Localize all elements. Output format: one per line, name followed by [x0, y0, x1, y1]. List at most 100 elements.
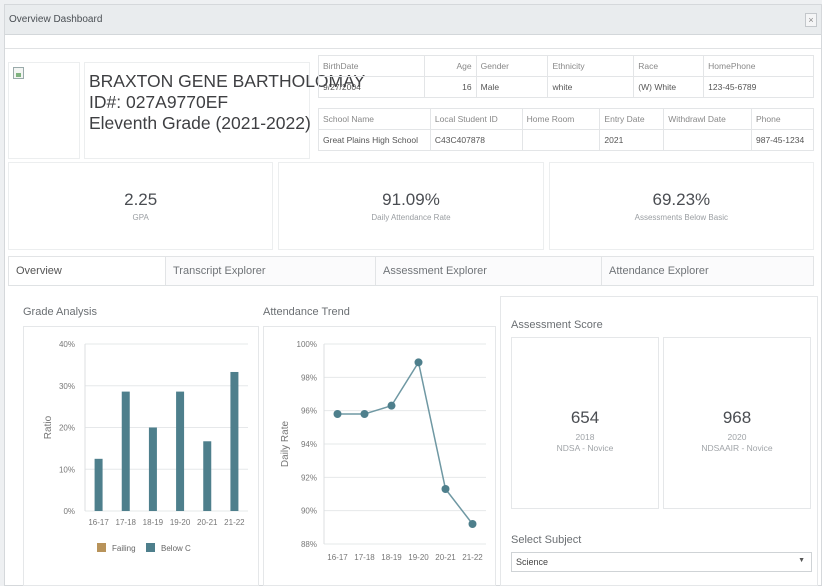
header-home-room: Home Room	[521, 108, 601, 130]
attendance-point	[441, 485, 450, 493]
kpi-attendance: 91.09% Daily Attendance Rate	[278, 162, 544, 250]
select-subject-label: Select Subject	[511, 534, 582, 546]
header-gender: Gender	[475, 55, 549, 77]
legend-label-below-c: Below C	[161, 544, 191, 553]
y-tick-label: 92%	[301, 473, 317, 482]
window-title: Overview Dashboard	[9, 14, 103, 25]
tab-assessment-explorer[interactable]: Assessment Explorer	[376, 256, 602, 285]
kpi-gpa: 2.25 GPA	[8, 162, 274, 250]
school-name-value: Great Plains High School	[318, 129, 431, 151]
header-birthdate: BirthDate	[318, 55, 425, 77]
student-id: ID#: 027A9770EF	[89, 92, 229, 112]
kpi-value: 2.25	[124, 190, 158, 209]
tab-attendance-explorer[interactable]: Attendance Explorer	[602, 256, 814, 285]
tab-overview[interactable]: Overview	[8, 256, 166, 285]
toolbar-spacer	[5, 35, 821, 49]
legend-swatch-failing	[97, 543, 106, 552]
bar-below-c	[121, 391, 130, 511]
birthdate-value: 9/27/2004	[318, 76, 425, 98]
score-value: 968	[722, 408, 752, 427]
x-tick-label: 18-19	[381, 553, 402, 562]
y-tick-label: 20%	[59, 424, 75, 433]
grade-analysis-title: Grade Analysis	[23, 306, 97, 318]
y-tick-label: 10%	[59, 465, 75, 474]
attendance-point	[387, 401, 396, 410]
grade-analysis-card: 0% 10% 20% 30% 40% Ratio 16-17 17-18 18-19 19-20 2…	[23, 326, 259, 586]
broken-image-icon	[13, 67, 24, 79]
x-tick-label: 19-20	[408, 553, 429, 562]
assessment-score-card[interactable]: 654 2018 NDSA - Novice	[511, 337, 659, 509]
table-row: 9/27/2004 16 Male white (W) White 123-45…	[318, 76, 814, 98]
attendance-point	[333, 410, 342, 418]
tab-transcript-explorer[interactable]: Transcript Explorer	[166, 256, 376, 285]
entry-date-value: 2021	[599, 129, 665, 151]
subject-select-value: Science	[516, 557, 549, 567]
legend-swatch-below-c	[146, 543, 155, 552]
score-value: 654	[570, 408, 600, 427]
bar-below-c	[94, 458, 103, 511]
attendance-line	[337, 360, 474, 525]
score-year: 2020	[727, 432, 747, 442]
y-tick-label: 100%	[297, 340, 317, 349]
kpi-assessments: 69.23% Assessments Below Basic	[548, 162, 814, 250]
y-axis-label: Daily Rate	[280, 421, 291, 468]
y-tick-label: 90%	[301, 507, 317, 516]
y-tick-label: 88%	[301, 540, 317, 549]
attendance-point	[414, 358, 423, 367]
student-name: BRAXTON GENE BARTHOLOMAY	[89, 71, 366, 91]
x-tick-label: 20-21	[435, 553, 456, 562]
home-room-value	[521, 129, 601, 151]
x-tick-label: 20-21	[197, 518, 218, 527]
ethnicity-value: white	[547, 76, 635, 98]
school-table: School Name Local Student ID Home Room E…	[318, 108, 814, 151]
student-grade: Eleventh Grade (2021-2022)	[89, 113, 311, 133]
score-test: NDSAAIR - Novice	[701, 443, 773, 453]
grade-analysis-chart: 0% 10% 20% 30% 40% Ratio 16-17 17-18 18-19 19-20 2…	[43, 340, 248, 553]
header-withdrawl-date: Withdrawl Date	[663, 108, 752, 130]
y-tick-label: 96%	[301, 407, 317, 416]
header-age: Age	[423, 55, 477, 77]
x-tick-label: 16-17	[88, 518, 109, 527]
y-axis-label: Ratio	[43, 415, 54, 439]
homephone-value: 123-45-6789	[703, 76, 814, 98]
y-tick-label: 0%	[63, 507, 75, 516]
kpi-label: GPA	[132, 213, 149, 222]
score-test: NDSA - Novice	[556, 443, 614, 453]
subject-select[interactable]: Science ▼	[511, 552, 812, 572]
table-header-row: School Name Local Student ID Home Room E…	[318, 108, 814, 130]
title-bar: Overview Dashboard ×	[5, 5, 821, 35]
phone-value: 987-45-1234	[751, 129, 814, 151]
bar-below-c	[176, 391, 185, 511]
kpi-row: 2.25 GPA 91.09% Daily Attendance Rate 69…	[8, 162, 814, 250]
withdrawl-date-value	[663, 129, 752, 151]
y-tick-label: 98%	[301, 373, 317, 382]
x-tick-label: 17-18	[354, 553, 375, 562]
assessment-panel: Assessment Score 654 2018 NDSA - Novice …	[500, 296, 818, 586]
header-school-name: School Name	[318, 108, 431, 130]
header-ethnicity: Ethnicity	[547, 55, 635, 77]
kpi-label: Assessments Below Basic	[634, 213, 728, 222]
assessment-score-title: Assessment Score	[511, 319, 603, 331]
local-student-id-value: C43C407878	[429, 129, 523, 151]
attendance-trend-chart: 88% 90% 92% 94% 96% 98% 100% Daily Rate 16-17 17-…	[280, 340, 486, 562]
demographics-table: BirthDate Age Gender Ethnicity Race Home…	[318, 55, 814, 98]
close-icon[interactable]: ×	[805, 12, 817, 27]
header-entry-date: Entry Date	[599, 108, 665, 130]
header-phone: Phone	[751, 108, 814, 130]
student-photo	[8, 62, 80, 159]
x-tick-label: 19-20	[170, 518, 191, 527]
y-tick-label: 40%	[59, 340, 75, 349]
header-race: Race	[633, 55, 705, 77]
x-tick-label: 21-22	[462, 553, 483, 562]
x-tick-label: 17-18	[116, 518, 137, 527]
table-header-row: BirthDate Age Gender Ethnicity Race Home…	[318, 55, 814, 77]
attendance-trend-title: Attendance Trend	[263, 306, 350, 318]
score-year: 2018	[575, 432, 595, 442]
gender-value: Male	[475, 76, 549, 98]
legend-label-failing: Failing	[112, 544, 136, 553]
attendance-point	[468, 520, 477, 528]
header-homephone: HomePhone	[703, 55, 814, 77]
assessment-score-card[interactable]: 968 2020 NDSAAIR - Novice	[663, 337, 811, 509]
kpi-value: 91.09%	[382, 190, 440, 209]
kpi-label: Daily Attendance Rate	[371, 213, 451, 222]
